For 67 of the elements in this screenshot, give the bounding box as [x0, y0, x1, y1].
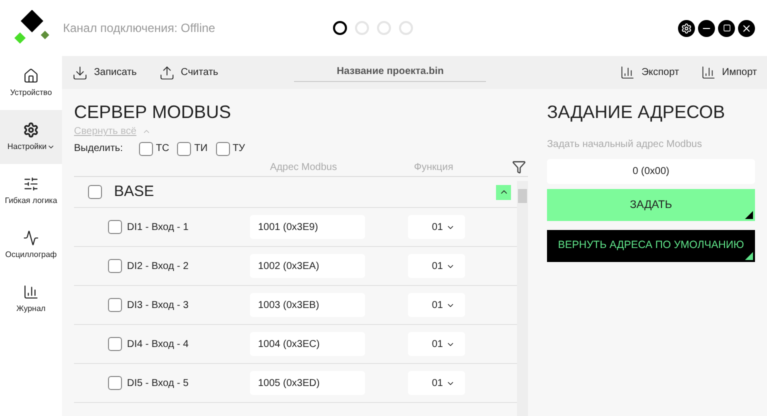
row-label: DI2 - Вход - 2	[127, 260, 189, 274]
sidebar-item[interactable]: Устройство	[10, 86, 52, 98]
project-name: Название проекта.bin	[294, 64, 486, 82]
import-button[interactable]: Импорт	[701, 65, 757, 80]
checkbox[interactable]	[138, 142, 153, 156]
function-select[interactable]: 01	[408, 215, 465, 239]
export-button[interactable]: Экспорт	[620, 65, 680, 80]
bar-chart-icon	[620, 65, 636, 80]
maximize-icon[interactable]	[718, 20, 735, 36]
sliders-icon	[23, 176, 39, 192]
checkbox[interactable]	[177, 142, 192, 156]
checkbox[interactable]	[216, 142, 230, 156]
chevron-icon	[142, 127, 152, 136]
collapse-toggle[interactable]	[496, 184, 511, 200]
checkbox[interactable]	[108, 337, 122, 351]
section-title: ЗАДАНИЕ АДРЕСОВ	[547, 101, 726, 123]
group-name: BASE	[114, 182, 154, 202]
address-field[interactable]: 1005 (0x3ED)	[250, 371, 365, 395]
checkbox-label: ТИ	[194, 142, 208, 156]
address-field[interactable]: 1002 (0x3EA)	[250, 254, 365, 278]
set-button[interactable]: ЗАДАТЬ	[547, 189, 755, 221]
row-label: DI1 - Вход - 1	[127, 220, 189, 234]
checkbox-label: ТУ	[232, 142, 246, 156]
home-icon	[23, 68, 39, 84]
column-header: Функция	[414, 160, 454, 174]
write-button[interactable]: Записать	[72, 64, 137, 80]
sidebar-item[interactable]: Гибкая логика	[4, 194, 58, 206]
gear-icon	[23, 122, 39, 138]
close-icon[interactable]	[738, 20, 755, 36]
sidebar-item[interactable]: Журнал	[16, 302, 46, 314]
column-header: Адрес Modbus	[270, 160, 338, 174]
function-select[interactable]: 01	[408, 332, 465, 356]
start-address-field[interactable]: 0 (0x00)	[547, 159, 755, 184]
select-label: Выделить:	[74, 142, 123, 156]
field-label: Задать начальный адрес Modbus	[547, 138, 703, 152]
sidebar-item[interactable]: Настройки	[7, 140, 47, 152]
section-title: СЕРВЕР MODBUS	[74, 101, 232, 123]
function-select[interactable]: 01	[408, 371, 465, 395]
download-icon	[72, 64, 88, 80]
pulse-icon	[23, 230, 39, 246]
address-field[interactable]: 1001 (0x3E9)	[250, 215, 365, 239]
settings-icon[interactable]	[678, 20, 695, 36]
checkbox-label: ТС	[156, 142, 170, 156]
row-label: DI4 - Вход - 4	[127, 338, 189, 352]
bar-chart-icon	[23, 284, 39, 300]
read-button[interactable]: Считать	[158, 64, 218, 80]
checkbox[interactable]	[108, 259, 122, 273]
logo-icon	[12, 10, 52, 46]
filter-icon[interactable]	[512, 160, 526, 174]
upload-icon	[158, 64, 175, 80]
address-field[interactable]: 1004 (0x3EC)	[250, 332, 365, 356]
row-label: DI3 - Вход - 3	[127, 298, 189, 312]
sidebar-item[interactable]: Осциллограф	[5, 248, 57, 260]
page-indicator[interactable]	[333, 21, 347, 35]
function-select[interactable]: 01	[408, 254, 465, 278]
checkbox[interactable]	[108, 298, 122, 312]
reset-button[interactable]: ВЕРНУТЬ АДРЕСА ПО УМОЛЧАНИЮ	[547, 230, 755, 262]
minimize-icon[interactable]	[698, 20, 715, 36]
address-field[interactable]: 1003 (0x3EB)	[250, 293, 365, 317]
bar-chart-icon	[701, 65, 716, 80]
connection-status: Канал подключения: Offline	[63, 20, 216, 37]
checkbox[interactable]	[108, 220, 122, 234]
checkbox[interactable]	[88, 185, 102, 199]
scrollbar[interactable]	[517, 181, 528, 416]
row-label: DI5 - Вход - 5	[127, 376, 189, 390]
function-select[interactable]: 01	[408, 293, 465, 317]
checkbox[interactable]	[108, 376, 122, 390]
